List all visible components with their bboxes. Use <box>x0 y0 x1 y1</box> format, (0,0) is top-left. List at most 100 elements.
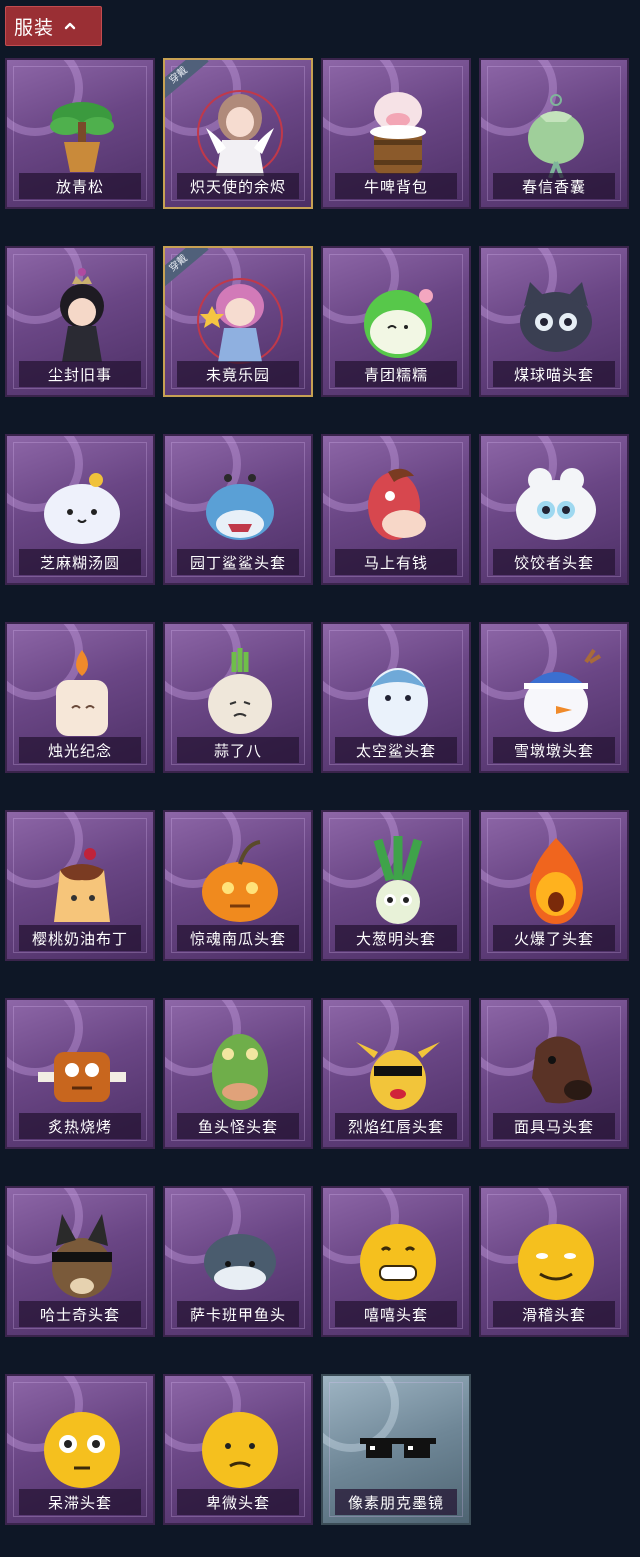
outfit-card[interactable]: 像素朋克墨镜 <box>321 1374 471 1525</box>
outfit-name-bar: 鱼头怪头套 <box>177 1113 299 1139</box>
outfit-name: 春信香囊 <box>521 177 586 196</box>
outfit-card[interactable]: 火爆了头套 <box>479 810 629 961</box>
outfit-name-bar: 牛啤背包 <box>335 173 457 199</box>
outfit-name: 雪墩墩头套 <box>513 741 594 760</box>
husky-head-icon <box>52 1214 112 1298</box>
angel-doll-icon <box>197 90 283 176</box>
black-cat-head-icon <box>520 282 592 352</box>
outfit-card[interactable]: 呆滞头套 <box>5 1374 155 1525</box>
category-tab-label: 服装 <box>14 16 55 39</box>
outfit-card[interactable]: 炙热烧烤 <box>5 998 155 1149</box>
outfit-card[interactable]: 面具马头套 <box>479 998 629 1149</box>
outfit-name-bar: 烛光纪念 <box>19 737 141 763</box>
outfit-name: 尘封旧事 <box>47 365 112 384</box>
pumpkin-head-icon <box>202 840 278 922</box>
fish-head-icon <box>212 1034 268 1110</box>
outfit-card[interactable]: 烛光纪念 <box>5 622 155 773</box>
sacabambaspis-head-icon <box>204 1234 276 1290</box>
outfit-name-bar: 煤球喵头套 <box>493 361 615 387</box>
garlic-icon <box>208 648 272 734</box>
outfit-card[interactable]: 芝麻糊汤圆 <box>5 434 155 585</box>
candle-icon <box>56 650 108 736</box>
outfit-name: 牛啤背包 <box>363 177 428 196</box>
outfit-card[interactable]: 嘻嘻头套 <box>321 1186 471 1337</box>
outfit-card[interactable]: 樱桃奶油布丁 <box>5 810 155 961</box>
category-tab-clothing[interactable]: 服装 <box>5 6 102 46</box>
outfit-name-bar: 园丁鲨鲨头套 <box>177 549 299 575</box>
flushed-emoji-head-icon <box>44 1412 120 1488</box>
outfit-card[interactable]: 青团糯糯 <box>321 246 471 397</box>
bbq-meat-icon <box>38 1052 126 1102</box>
outfit-card[interactable]: 饺饺者头套 <box>479 434 629 585</box>
outfit-card[interactable]: 萨卡班甲鱼头 <box>163 1186 313 1337</box>
outfit-card[interactable]: 牛啤背包 <box>321 58 471 209</box>
outfit-card[interactable]: 鱼头怪头套 <box>163 998 313 1149</box>
outfit-name: 惊魂南瓜头套 <box>189 929 286 948</box>
bee-shark-head-icon <box>206 474 274 540</box>
outfit-name-bar: 火爆了头套 <box>493 925 615 951</box>
outfit-name: 煤球喵头套 <box>513 365 594 384</box>
outfit-card[interactable]: 蒜了八 <box>163 622 313 773</box>
outfit-name-bar: 像素朋克墨镜 <box>335 1489 457 1515</box>
dumpling-head-icon <box>516 468 596 540</box>
outfit-name: 哈士奇头套 <box>39 1305 120 1324</box>
outfit-card[interactable]: 尘封旧事 <box>5 246 155 397</box>
outfit-name: 烛光纪念 <box>47 741 112 760</box>
outfit-card[interactable]: 雪墩墩头套 <box>479 622 629 773</box>
outfit-name: 樱桃奶油布丁 <box>31 929 128 948</box>
outfit-card[interactable]: 太空鲨头套 <box>321 622 471 773</box>
outfit-card[interactable]: 春信香囊 <box>479 58 629 209</box>
chevron-up-icon <box>64 22 76 30</box>
outfit-name-bar: 卑微头套 <box>177 1489 299 1515</box>
outfit-name: 未竟乐园 <box>205 365 270 384</box>
outfit-name-bar: 马上有钱 <box>335 549 457 575</box>
outfit-name: 芝麻糊汤圆 <box>39 553 120 572</box>
outfit-name: 大葱明头套 <box>355 929 436 948</box>
star-girl-icon <box>197 278 283 364</box>
outfit-name-bar: 雪墩墩头套 <box>493 737 615 763</box>
outfit-card[interactable]: 烈焰红唇头套 <box>321 998 471 1149</box>
space-shark-head-icon <box>368 668 428 736</box>
outfit-name: 烈焰红唇头套 <box>347 1117 444 1136</box>
outfit-card[interactable]: 卑微头套 <box>163 1374 313 1525</box>
outfit-name: 放青松 <box>55 177 104 196</box>
outfit-name-bar: 惊魂南瓜头套 <box>177 925 299 951</box>
outfit-card[interactable]: 大葱明头套 <box>321 810 471 961</box>
outfit-card[interactable]: 园丁鲨鲨头套 <box>163 434 313 585</box>
outfit-name-bar: 放青松 <box>19 173 141 199</box>
outfit-name: 嘻嘻头套 <box>363 1305 428 1324</box>
outfit-card[interactable]: 放青松 <box>5 58 155 209</box>
outfit-card[interactable]: 哈士奇头套 <box>5 1186 155 1337</box>
outfit-card[interactable]: 马上有钱 <box>321 434 471 585</box>
outfit-card[interactable]: 煤球喵头套 <box>479 246 629 397</box>
outfit-name: 饺饺者头套 <box>513 553 594 572</box>
outfit-name: 火爆了头套 <box>513 929 594 948</box>
outfit-name-bar: 尘封旧事 <box>19 361 141 387</box>
outfit-name: 呆滞头套 <box>47 1493 112 1512</box>
outfit-name-bar: 饺饺者头套 <box>493 549 615 575</box>
outfit-card[interactable]: 穿戴 炽天使的余烬 <box>163 58 313 209</box>
outfit-name-bar: 春信香囊 <box>493 173 615 199</box>
outfit-name: 炽天使的余烬 <box>189 177 286 196</box>
outfit-name-bar: 嘻嘻头套 <box>335 1301 457 1327</box>
outfit-name-bar: 大葱明头套 <box>335 925 457 951</box>
outfit-name: 青团糯糯 <box>363 365 428 384</box>
outfit-card[interactable]: 滑稽头套 <box>479 1186 629 1337</box>
horse-mask-icon <box>532 1036 592 1104</box>
outfit-name-bar: 炽天使的余烬 <box>177 173 299 199</box>
grin-emoji-head-icon <box>360 1224 436 1300</box>
outfit-card[interactable]: 穿戴 未竟乐园 <box>163 246 313 397</box>
pixel-sunglasses-icon <box>360 1438 436 1458</box>
outfit-name: 鱼头怪头套 <box>197 1117 278 1136</box>
fire-head-icon <box>529 838 583 924</box>
outfit-name: 马上有钱 <box>363 553 428 572</box>
outfit-name: 卑微头套 <box>205 1493 270 1512</box>
outfit-name-bar: 滑稽头套 <box>493 1301 615 1327</box>
outfit-name: 萨卡班甲鱼头 <box>189 1305 286 1324</box>
outfit-card[interactable]: 惊魂南瓜头套 <box>163 810 313 961</box>
outfit-name-bar: 芝麻糊汤圆 <box>19 549 141 575</box>
pikachu-lips-head-icon <box>356 1042 440 1110</box>
pleading-emoji-head-icon <box>202 1412 278 1488</box>
green-dumpling-icon <box>364 289 433 358</box>
bonsai-pine-icon <box>50 102 114 172</box>
